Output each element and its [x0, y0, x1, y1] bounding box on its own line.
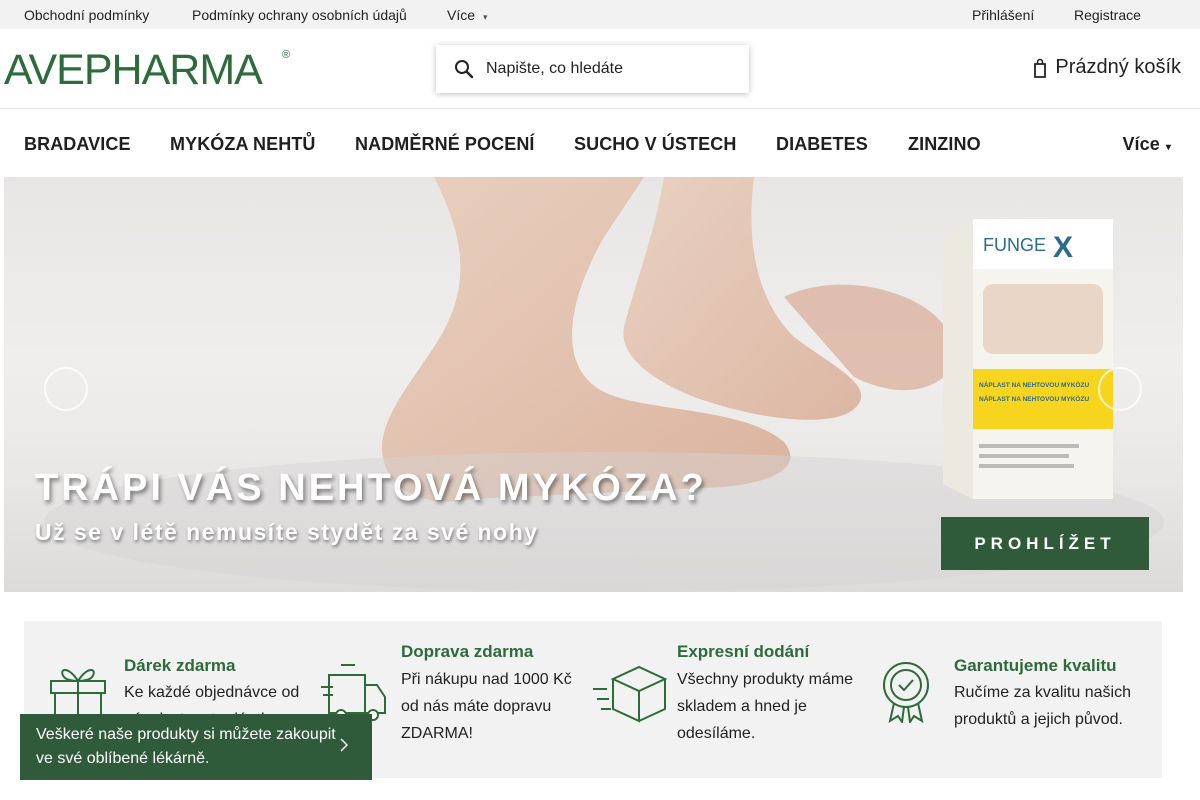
logo-registered-mark: ®: [282, 49, 290, 61]
topbar-more-menu[interactable]: Více ▾: [447, 7, 488, 23]
toast-text: Veškeré naše produkty si můžete zakoupit…: [36, 726, 336, 767]
nav-more-label: Více: [1122, 134, 1160, 154]
benefit-title-quality: Garantujeme kvalitu: [954, 656, 1117, 675]
terms-link[interactable]: Obchodní podmínky: [24, 7, 149, 23]
register-link[interactable]: Registrace: [1074, 7, 1141, 23]
search-input[interactable]: [486, 55, 736, 83]
hero-headline: TRÁPI VÁS NEHTOVÁ MYKÓZA?: [35, 467, 707, 509]
chevron-down-icon: ▾: [483, 12, 488, 22]
nav-item-bradavice[interactable]: BRADAVICE: [24, 134, 131, 155]
product-line-1: NÁPLAST NA NEHTOVOU MYKÓZU: [979, 380, 1089, 389]
benefit-text-quality: Ručíme za kvalitu našich produktů a jeji…: [954, 684, 1131, 728]
cart-icon: [1034, 58, 1047, 78]
pharmacy-toast: Veškeré naše produkty si můžete zakoupit…: [20, 714, 372, 780]
chevron-down-icon: ▾: [1165, 142, 1171, 153]
benefit-text-shipping: Při nákupu nad 1000 Kč od nás máte dopra…: [401, 671, 572, 742]
nav-item-mykoza-nehtu[interactable]: MYKÓZA NEHTŮ: [170, 134, 316, 155]
badge-icon: [883, 662, 929, 723]
product-brand-x: X: [1053, 231, 1073, 264]
product-package: FUNGE X NÁPLAST NA NEHTOVOU MYKÓZU NÁPLA…: [943, 219, 1113, 499]
login-link[interactable]: Přihlášení: [972, 7, 1034, 23]
topbar-more-label: Více: [447, 7, 476, 23]
logo-text: AVEPHARMA: [4, 46, 263, 88]
nav-item-diabetes[interactable]: DIABETES: [776, 134, 868, 155]
carousel-prev-button[interactable]: [44, 367, 88, 411]
nav-item-nadmerne-poceni[interactable]: NADMĚRNÉ POCENÍ: [355, 134, 535, 155]
cart-button[interactable]: Prázdný košík: [1034, 56, 1181, 79]
box-icon: [593, 665, 668, 723]
nav-item-zinzino[interactable]: ZINZINO: [908, 134, 981, 155]
hero-banner[interactable]: FUNGE X NÁPLAST NA NEHTOVOU MYKÓZU NÁPLA…: [4, 177, 1183, 592]
carousel-next-button[interactable]: [1098, 367, 1142, 411]
product-brand: FUNGE: [983, 235, 1046, 255]
privacy-link[interactable]: Podmínky ochrany osobních údajů: [192, 7, 407, 23]
benefit-title-gift: Dárek zdarma: [124, 656, 236, 675]
category-nav: BRADAVICE MYKÓZA NEHTŮ NADMĚRNÉ POCENÍ S…: [0, 108, 1200, 177]
search-icon[interactable]: [454, 59, 474, 79]
product-line-2: NÁPLAST NA NEHTOVOU MYKÓZU: [979, 394, 1089, 403]
benefit-title-shipping: Doprava zdarma: [401, 642, 534, 661]
close-icon[interactable]: [340, 738, 348, 752]
hero-subline: Už se v létě nemusíte stydět za své nohy: [35, 519, 539, 545]
logo[interactable]: AVEPHARMA ®: [4, 46, 294, 88]
benefit-text-express: Všechny produkty máme skladem a hned je …: [677, 671, 854, 742]
search-box: [436, 45, 749, 93]
nav-more-menu[interactable]: Více ▾: [1122, 134, 1171, 155]
top-bar: Obchodní podmínky Podmínky ochrany osobn…: [0, 0, 1200, 29]
benefit-title-express: Expresní dodání: [677, 642, 810, 661]
cart-label: Prázdný košík: [1055, 56, 1181, 78]
browse-button[interactable]: PROHLÍŽET: [941, 517, 1149, 570]
nav-item-sucho-v-ustech[interactable]: SUCHO V ÚSTECH: [574, 134, 736, 155]
